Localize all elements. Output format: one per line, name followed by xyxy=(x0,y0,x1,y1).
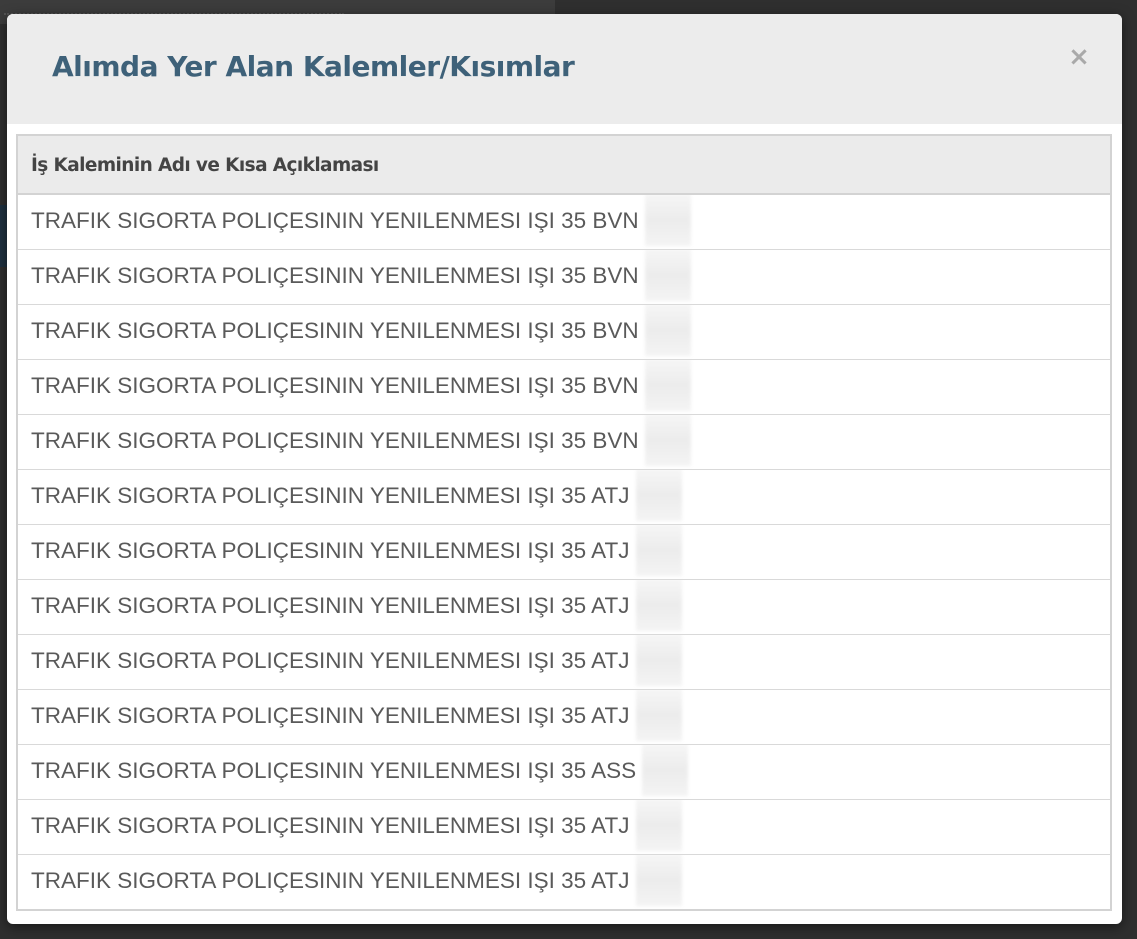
redacted-plate-number xyxy=(642,745,689,796)
redacted-plate-number xyxy=(644,415,691,466)
table-cell: TRAFIK SIGORTA POLIÇESININ YENILENMESI I… xyxy=(16,579,1112,635)
table-cell: TRAFIK SIGORTA POLIÇESININ YENILENMESI I… xyxy=(16,799,1112,855)
table-cell: TRAFIK SIGORTA POLIÇESININ YENILENMESI I… xyxy=(16,414,1112,470)
item-name: TRAFIK SIGORTA POLIÇESININ YENILENMESI I… xyxy=(31,537,630,563)
table-row: TRAFIK SIGORTA POLIÇESININ YENILENMESI I… xyxy=(16,524,1112,580)
table-row: TRAFIK SIGORTA POLIÇESININ YENILENMESI I… xyxy=(16,359,1112,415)
redacted-plate-number xyxy=(644,360,691,411)
table-cell: TRAFIK SIGORTA POLIÇESININ YENILENMESI I… xyxy=(16,689,1112,745)
table-row: TRAFIK SIGORTA POLIÇESININ YENILENMESI I… xyxy=(16,304,1112,360)
items-table-wrapper: İş Kaleminin Adı ve Kısa Açıklaması TRAF… xyxy=(16,134,1113,911)
table-head: İş Kaleminin Adı ve Kısa Açıklaması xyxy=(16,134,1112,195)
table-row: TRAFIK SIGORTA POLIÇESININ YENILENMESI I… xyxy=(16,634,1112,690)
table-row: TRAFIK SIGORTA POLIÇESININ YENILENMESI I… xyxy=(16,579,1112,635)
redacted-plate-number xyxy=(635,580,682,631)
table-cell: TRAFIK SIGORTA POLIÇESININ YENILENMESI I… xyxy=(16,634,1112,690)
table-row: TRAFIK SIGORTA POLIÇESININ YENILENMESI I… xyxy=(16,744,1112,800)
redacted-plate-number xyxy=(635,470,682,521)
table-cell: TRAFIK SIGORTA POLIÇESININ YENILENMESI I… xyxy=(16,249,1112,305)
table-cell: TRAFIK SIGORTA POLIÇESININ YENILENMESI I… xyxy=(16,744,1112,800)
redacted-plate-number xyxy=(644,194,691,246)
table-header-row: İş Kaleminin Adı ve Kısa Açıklaması xyxy=(16,134,1112,195)
table-cell: TRAFIK SIGORTA POLIÇESININ YENILENMESI I… xyxy=(16,469,1112,525)
modal-header: Alımda Yer Alan Kalemler/Kısımlar × xyxy=(7,14,1122,124)
table-cell: TRAFIK SIGORTA POLIÇESININ YENILENMESI I… xyxy=(16,854,1112,911)
redacted-plate-number xyxy=(635,525,682,576)
item-name: TRAFIK SIGORTA POLIÇESININ YENILENMESI I… xyxy=(31,317,639,343)
item-name: TRAFIK SIGORTA POLIÇESININ YENILENMESI I… xyxy=(31,427,639,453)
item-name: TRAFIK SIGORTA POLIÇESININ YENILENMESI I… xyxy=(31,482,630,508)
table-row: TRAFIK SIGORTA POLIÇESININ YENILENMESI I… xyxy=(16,799,1112,855)
item-name: TRAFIK SIGORTA POLIÇESININ YENILENMESI I… xyxy=(31,647,630,673)
redacted-plate-number xyxy=(635,635,682,686)
table-body: TRAFIK SIGORTA POLIÇESININ YENILENMESI I… xyxy=(16,193,1112,911)
table-row: TRAFIK SIGORTA POLIÇESININ YENILENMESI I… xyxy=(16,854,1112,911)
item-name: TRAFIK SIGORTA POLIÇESININ YENILENMESI I… xyxy=(31,812,630,838)
table-row: TRAFIK SIGORTA POLIÇESININ YENILENMESI I… xyxy=(16,249,1112,305)
table-cell: TRAFIK SIGORTA POLIÇESININ YENILENMESI I… xyxy=(16,359,1112,415)
close-icon[interactable]: × xyxy=(1066,42,1092,72)
column-header-item-name: İş Kaleminin Adı ve Kısa Açıklaması xyxy=(16,134,1112,195)
item-name: TRAFIK SIGORTA POLIÇESININ YENILENMESI I… xyxy=(31,207,639,233)
items-modal: Alımda Yer Alan Kalemler/Kısımlar × İş K… xyxy=(7,14,1122,924)
redacted-plate-number xyxy=(635,690,682,741)
table-row: TRAFIK SIGORTA POLIÇESININ YENILENMESI I… xyxy=(16,193,1112,250)
items-table: İş Kaleminin Adı ve Kısa Açıklaması TRAF… xyxy=(16,134,1112,911)
redacted-plate-number xyxy=(635,855,682,906)
table-row: TRAFIK SIGORTA POLIÇESININ YENILENMESI I… xyxy=(16,469,1112,525)
table-cell: TRAFIK SIGORTA POLIÇESININ YENILENMESI I… xyxy=(16,304,1112,360)
redacted-plate-number xyxy=(644,305,691,356)
modal-title: Alımda Yer Alan Kalemler/Kısımlar xyxy=(52,50,575,83)
table-cell: TRAFIK SIGORTA POLIÇESININ YENILENMESI I… xyxy=(16,193,1112,250)
item-name: TRAFIK SIGORTA POLIÇESININ YENILENMESI I… xyxy=(31,262,639,288)
table-cell: TRAFIK SIGORTA POLIÇESININ YENILENMESI I… xyxy=(16,524,1112,580)
item-name: TRAFIK SIGORTA POLIÇESININ YENILENMESI I… xyxy=(31,702,630,728)
table-row: TRAFIK SIGORTA POLIÇESININ YENILENMESI I… xyxy=(16,689,1112,745)
table-row: TRAFIK SIGORTA POLIÇESININ YENILENMESI I… xyxy=(16,414,1112,470)
item-name: TRAFIK SIGORTA POLIÇESININ YENILENMESI I… xyxy=(31,372,639,398)
redacted-plate-number xyxy=(644,250,691,301)
item-name: TRAFIK SIGORTA POLIÇESININ YENILENMESI I… xyxy=(31,592,630,618)
item-name: TRAFIK SIGORTA POLIÇESININ YENILENMESI I… xyxy=(31,867,630,893)
item-name: TRAFIK SIGORTA POLIÇESININ YENILENMESI I… xyxy=(31,757,637,783)
redacted-plate-number xyxy=(635,800,682,851)
